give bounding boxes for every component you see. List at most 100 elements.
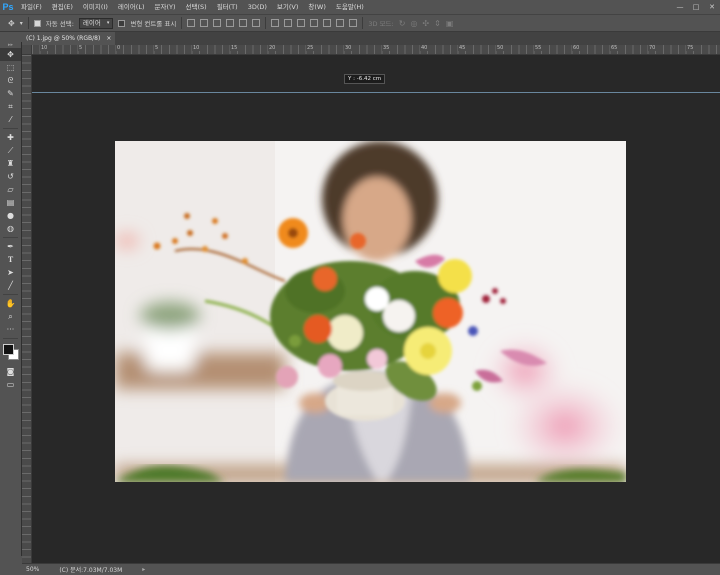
brush-icon[interactable]: ⟋	[0, 144, 21, 157]
distribute-bottom-icon[interactable]	[297, 19, 306, 27]
canvas-area[interactable]: Y : -6.42 cm	[32, 55, 720, 563]
menu-layer[interactable]: 레이어(L)	[113, 0, 150, 14]
3d-roll-icon[interactable]: ◎	[410, 19, 417, 28]
menu-view[interactable]: 보기(V)	[272, 0, 303, 14]
document-tab[interactable]: (C) 1.jpg @ 50% (RGB/8) ×	[22, 32, 116, 45]
ruler-label: 40	[420, 45, 429, 51]
ruler-label: 60	[572, 45, 581, 51]
3d-slide-icon[interactable]: ⇕	[434, 19, 441, 28]
ruler-label: 5	[154, 45, 160, 51]
distribute-top-icon[interactable]	[271, 19, 280, 27]
ruler-label: 65	[610, 45, 619, 51]
healing-brush-icon[interactable]: ✚	[0, 131, 21, 144]
screen-mode-icon[interactable]: ▭	[0, 378, 21, 391]
pen-icon[interactable]: ✒	[0, 240, 21, 253]
chevron-down-icon[interactable]: ▾	[20, 20, 23, 27]
document-tab-title: (C) 1.jpg @ 50% (RGB/8)	[26, 35, 101, 42]
ruler-label: 55	[534, 45, 543, 51]
document-info: (C) 문서:7.03M/7.03M	[59, 567, 123, 574]
show-transform-checkbox[interactable]	[118, 19, 126, 27]
auto-select-dropdown[interactable]: 레이어 ▾	[78, 17, 114, 29]
distribute-vcenter-icon[interactable]	[284, 19, 293, 27]
menu-filter[interactable]: 필터(T)	[212, 0, 243, 14]
quick-select-icon[interactable]: ✎	[0, 87, 21, 100]
foreground-color-swatch[interactable]	[3, 344, 14, 355]
document-tab-strip: (C) 1.jpg @ 50% (RGB/8) ×	[22, 32, 720, 45]
align-bottom-icon[interactable]	[213, 19, 222, 27]
menu-3d[interactable]: 3D(D)	[243, 0, 272, 14]
quick-mask-icon[interactable]: ◙	[0, 365, 21, 378]
divider	[27, 17, 29, 29]
path-select-icon[interactable]: ➤	[0, 266, 21, 279]
ruler-origin[interactable]	[22, 45, 32, 55]
ruler-label: 20	[268, 45, 277, 51]
eyedropper-icon[interactable]: ⁄	[0, 113, 21, 126]
blur-icon[interactable]: ●	[0, 209, 21, 222]
move-icon[interactable]: ✥	[0, 48, 21, 61]
minimize-button[interactable]: —	[672, 0, 688, 14]
gradient-icon[interactable]: ▤	[0, 196, 21, 209]
marquee-icon[interactable]: ⬚	[0, 61, 21, 74]
vertical-ruler[interactable]	[22, 55, 32, 563]
menu-help[interactable]: 도움말(H)	[331, 0, 369, 14]
horizontal-ruler[interactable]: 10 5 0 5 10 15 20 25 30 35 40 45 50 55 6…	[32, 45, 720, 55]
menu-file[interactable]: 파일(F)	[16, 0, 47, 14]
ruler-label: 30	[344, 45, 353, 51]
menu-image[interactable]: 이미지(I)	[78, 0, 113, 14]
3d-mode-label: 3D 모드:	[368, 20, 394, 28]
lasso-icon[interactable]: ᘓ	[0, 74, 21, 87]
close-tab-icon[interactable]: ×	[106, 32, 111, 45]
ruler-label: 50	[496, 45, 505, 51]
history-brush-icon[interactable]: ↺	[0, 170, 21, 183]
close-window-button[interactable]: ✕	[704, 0, 720, 14]
align-right-icon[interactable]	[252, 19, 261, 27]
menu-edit[interactable]: 편집(E)	[47, 0, 78, 14]
menu-window[interactable]: 창(W)	[303, 0, 330, 14]
distribute-right-icon[interactable]	[336, 19, 345, 27]
ruler-label: 10	[40, 45, 49, 51]
ruler-label: 35	[382, 45, 391, 51]
divider	[3, 338, 18, 339]
maximize-button[interactable]: □	[688, 0, 704, 14]
zoom-icon[interactable]: ⌕	[0, 310, 21, 323]
ruler-label: 10	[192, 45, 201, 51]
zoom-level[interactable]: 50%	[26, 566, 39, 573]
show-transform-label: 변형 컨트롤 표시	[130, 20, 177, 28]
document-image[interactable]	[115, 141, 626, 482]
align-left-icon[interactable]	[226, 19, 235, 27]
move-tool-preset-icon[interactable]: ✥	[8, 19, 15, 28]
hand-icon[interactable]: ✋	[0, 297, 21, 310]
menu-type[interactable]: 문자(Y)	[150, 0, 181, 14]
dodge-icon[interactable]: ◍	[0, 222, 21, 235]
status-menu-arrow-icon[interactable]: ▸	[142, 566, 145, 573]
horizontal-guide[interactable]	[32, 92, 720, 93]
menu-bar: Ps 파일(F) 편집(E) 이미지(I) 레이어(L) 문자(Y) 선택(S)…	[0, 0, 720, 14]
align-vcenter-icon[interactable]	[200, 19, 209, 27]
options-bar: ✥ ▾ 자동 선택: 레이어 ▾ 변형 컨트롤 표시 3D 모드: ↻ ◎ ✣ …	[0, 14, 720, 32]
coordinate-tooltip: Y : -6.42 cm	[344, 74, 386, 84]
chevron-down-icon: ▾	[106, 19, 110, 26]
line-icon[interactable]: ╱	[0, 279, 21, 292]
divider	[3, 128, 18, 129]
menu-select[interactable]: 선택(S)	[181, 0, 212, 14]
divider	[3, 237, 18, 238]
photoshop-logo: Ps	[2, 2, 14, 12]
divider	[181, 17, 183, 29]
crop-icon[interactable]: ⌗	[0, 100, 21, 113]
auto-align-icon[interactable]	[349, 19, 358, 27]
3d-rotate-icon[interactable]: ↻	[399, 19, 406, 28]
auto-select-checkbox[interactable]	[33, 19, 41, 27]
ruler-label: 0	[116, 45, 122, 51]
type-icon[interactable]: T	[0, 253, 21, 266]
tools-panel: ▸▸ ✥ ⬚ ᘓ ✎ ⌗ ⁄ ✚ ⟋ ♜ ↺ ▱ ▤ ● ◍ ✒ T ➤ ╱ ✋…	[0, 42, 22, 556]
3d-pan-icon[interactable]: ✣	[422, 19, 429, 28]
distribute-left-icon[interactable]	[310, 19, 319, 27]
align-top-icon[interactable]	[187, 19, 196, 27]
distribute-hcenter-icon[interactable]	[323, 19, 332, 27]
more-tools-icon[interactable]: ···	[0, 323, 21, 336]
align-hcenter-icon[interactable]	[239, 19, 248, 27]
eraser-icon[interactable]: ▱	[0, 183, 21, 196]
3d-scale-icon[interactable]: ▣	[446, 19, 454, 28]
ruler-label: 45	[458, 45, 467, 51]
stamp-icon[interactable]: ♜	[0, 157, 21, 170]
